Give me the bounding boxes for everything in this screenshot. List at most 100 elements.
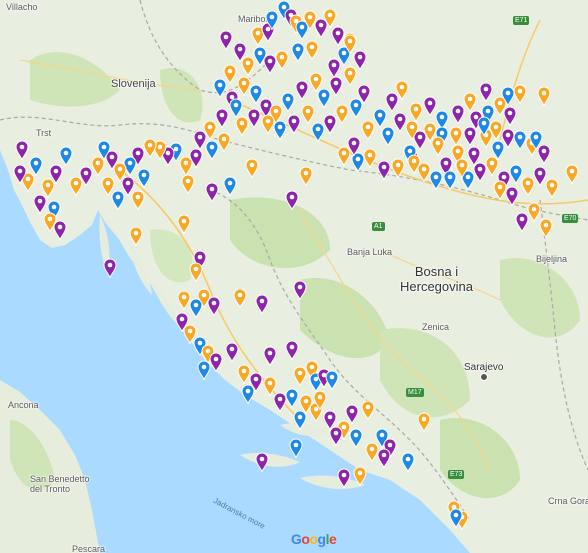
map-marker-orange[interactable] <box>353 466 367 486</box>
map-marker-purple[interactable] <box>103 258 117 278</box>
map-marker-purple[interactable] <box>215 108 229 128</box>
map-marker-orange[interactable] <box>177 214 191 234</box>
map-marker-purple[interactable] <box>285 190 299 210</box>
map-marker-orange[interactable] <box>539 218 553 238</box>
map-marker-purple[interactable] <box>327 58 341 78</box>
map-marker-blue[interactable] <box>137 168 151 188</box>
map-marker-purple[interactable] <box>209 352 223 372</box>
map-marker-purple[interactable] <box>263 346 277 366</box>
map-marker-purple[interactable] <box>247 108 261 128</box>
map-marker-orange[interactable] <box>391 158 405 178</box>
map-marker-purple[interactable] <box>377 448 391 468</box>
map-marker-orange[interactable] <box>233 288 247 308</box>
map-marker-orange[interactable] <box>313 390 327 410</box>
map-marker-blue[interactable] <box>349 98 363 118</box>
map-marker-blue[interactable] <box>253 46 267 66</box>
map-marker-blue[interactable] <box>273 120 287 140</box>
map-marker-blue[interactable] <box>289 438 303 458</box>
map-marker-orange[interactable] <box>299 166 313 186</box>
map-marker-blue[interactable] <box>285 388 299 408</box>
map-marker-purple[interactable] <box>287 114 301 134</box>
map-marker-orange[interactable] <box>417 412 431 432</box>
map-marker-purple[interactable] <box>345 404 359 424</box>
map-canvas[interactable]: E71 A1 E70 E73 M17 Villacho Maribor Slov… <box>0 0 588 553</box>
map-marker-orange[interactable] <box>301 104 315 124</box>
map-marker-orange[interactable] <box>463 92 477 112</box>
map-marker-purple[interactable] <box>255 452 269 472</box>
map-marker-orange[interactable] <box>217 132 231 152</box>
map-marker-orange[interactable] <box>493 180 507 200</box>
map-marker-orange[interactable] <box>305 40 319 60</box>
map-marker-blue[interactable] <box>189 298 203 318</box>
map-marker-blue[interactable] <box>291 42 305 62</box>
map-marker-purple[interactable] <box>463 126 477 146</box>
map-marker-orange[interactable] <box>405 120 419 140</box>
map-marker-orange[interactable] <box>91 156 105 176</box>
map-marker-purple[interactable] <box>347 136 361 156</box>
map-marker-purple[interactable] <box>503 106 517 126</box>
map-marker-purple[interactable] <box>451 104 465 124</box>
map-marker-blue[interactable] <box>325 370 339 390</box>
map-marker-blue[interactable] <box>197 360 211 380</box>
map-marker-orange[interactable] <box>449 126 463 146</box>
map-marker-orange[interactable] <box>69 176 83 196</box>
map-marker-purple[interactable] <box>225 342 239 362</box>
map-marker-blue[interactable] <box>229 98 243 118</box>
map-marker-orange[interactable] <box>395 80 409 100</box>
map-marker-orange[interactable] <box>537 86 551 106</box>
map-marker-purple[interactable] <box>233 42 247 62</box>
map-marker-blue[interactable] <box>241 384 255 404</box>
map-marker-purple[interactable] <box>293 280 307 300</box>
map-marker-blue[interactable] <box>443 170 457 190</box>
map-marker-orange[interactable] <box>323 8 337 28</box>
map-marker-purple[interactable] <box>467 146 481 166</box>
map-marker-blue[interactable] <box>293 410 307 430</box>
map-marker-orange[interactable] <box>365 442 379 462</box>
map-marker-orange[interactable] <box>129 226 143 246</box>
map-marker-orange[interactable] <box>143 138 157 158</box>
map-marker-orange[interactable] <box>363 148 377 168</box>
map-marker-orange[interactable] <box>245 158 259 178</box>
map-marker-orange[interactable] <box>513 84 527 104</box>
map-marker-purple[interactable] <box>329 426 343 446</box>
map-marker-purple[interactable] <box>295 80 309 100</box>
map-marker-blue[interactable] <box>381 126 395 146</box>
map-marker-purple[interactable] <box>219 30 233 50</box>
map-marker-blue[interactable] <box>529 130 543 150</box>
map-marker-purple[interactable] <box>337 468 351 488</box>
map-marker-orange[interactable] <box>275 50 289 70</box>
map-marker-blue[interactable] <box>59 146 73 166</box>
map-marker-purple[interactable] <box>323 114 337 134</box>
map-marker-orange[interactable] <box>361 400 375 420</box>
map-marker-blue[interactable] <box>501 86 515 106</box>
map-marker-blue[interactable] <box>265 10 279 30</box>
map-marker-purple[interactable] <box>505 186 519 206</box>
map-marker-purple[interactable] <box>377 160 391 180</box>
map-marker-purple[interactable] <box>423 96 437 116</box>
map-marker-orange[interactable] <box>565 164 579 184</box>
map-marker-purple[interactable] <box>255 294 269 314</box>
map-marker-purple[interactable] <box>13 164 27 184</box>
map-marker-orange[interactable] <box>455 158 469 178</box>
map-marker-blue[interactable] <box>349 428 363 448</box>
map-marker-purple[interactable] <box>207 296 221 316</box>
map-marker-purple[interactable] <box>15 140 29 160</box>
map-marker-orange[interactable] <box>335 104 349 124</box>
map-marker-purple[interactable] <box>479 82 493 102</box>
map-marker-orange[interactable] <box>343 66 357 86</box>
map-marker-orange[interactable] <box>545 178 559 198</box>
map-marker-orange[interactable] <box>235 116 249 136</box>
map-marker-blue[interactable] <box>449 508 463 528</box>
map-marker-blue[interactable] <box>281 92 295 112</box>
map-marker-orange[interactable] <box>189 262 203 282</box>
map-marker-purple[interactable] <box>53 220 67 240</box>
map-marker-orange[interactable] <box>343 34 357 54</box>
map-marker-orange[interactable] <box>409 102 423 122</box>
map-marker-orange[interactable] <box>431 136 445 156</box>
map-marker-purple[interactable] <box>205 182 219 202</box>
map-marker-orange[interactable] <box>177 290 191 310</box>
map-marker-orange[interactable] <box>261 114 275 134</box>
map-marker-blue[interactable] <box>401 452 415 472</box>
map-marker-purple[interactable] <box>285 340 299 360</box>
map-marker-purple[interactable] <box>33 194 47 214</box>
